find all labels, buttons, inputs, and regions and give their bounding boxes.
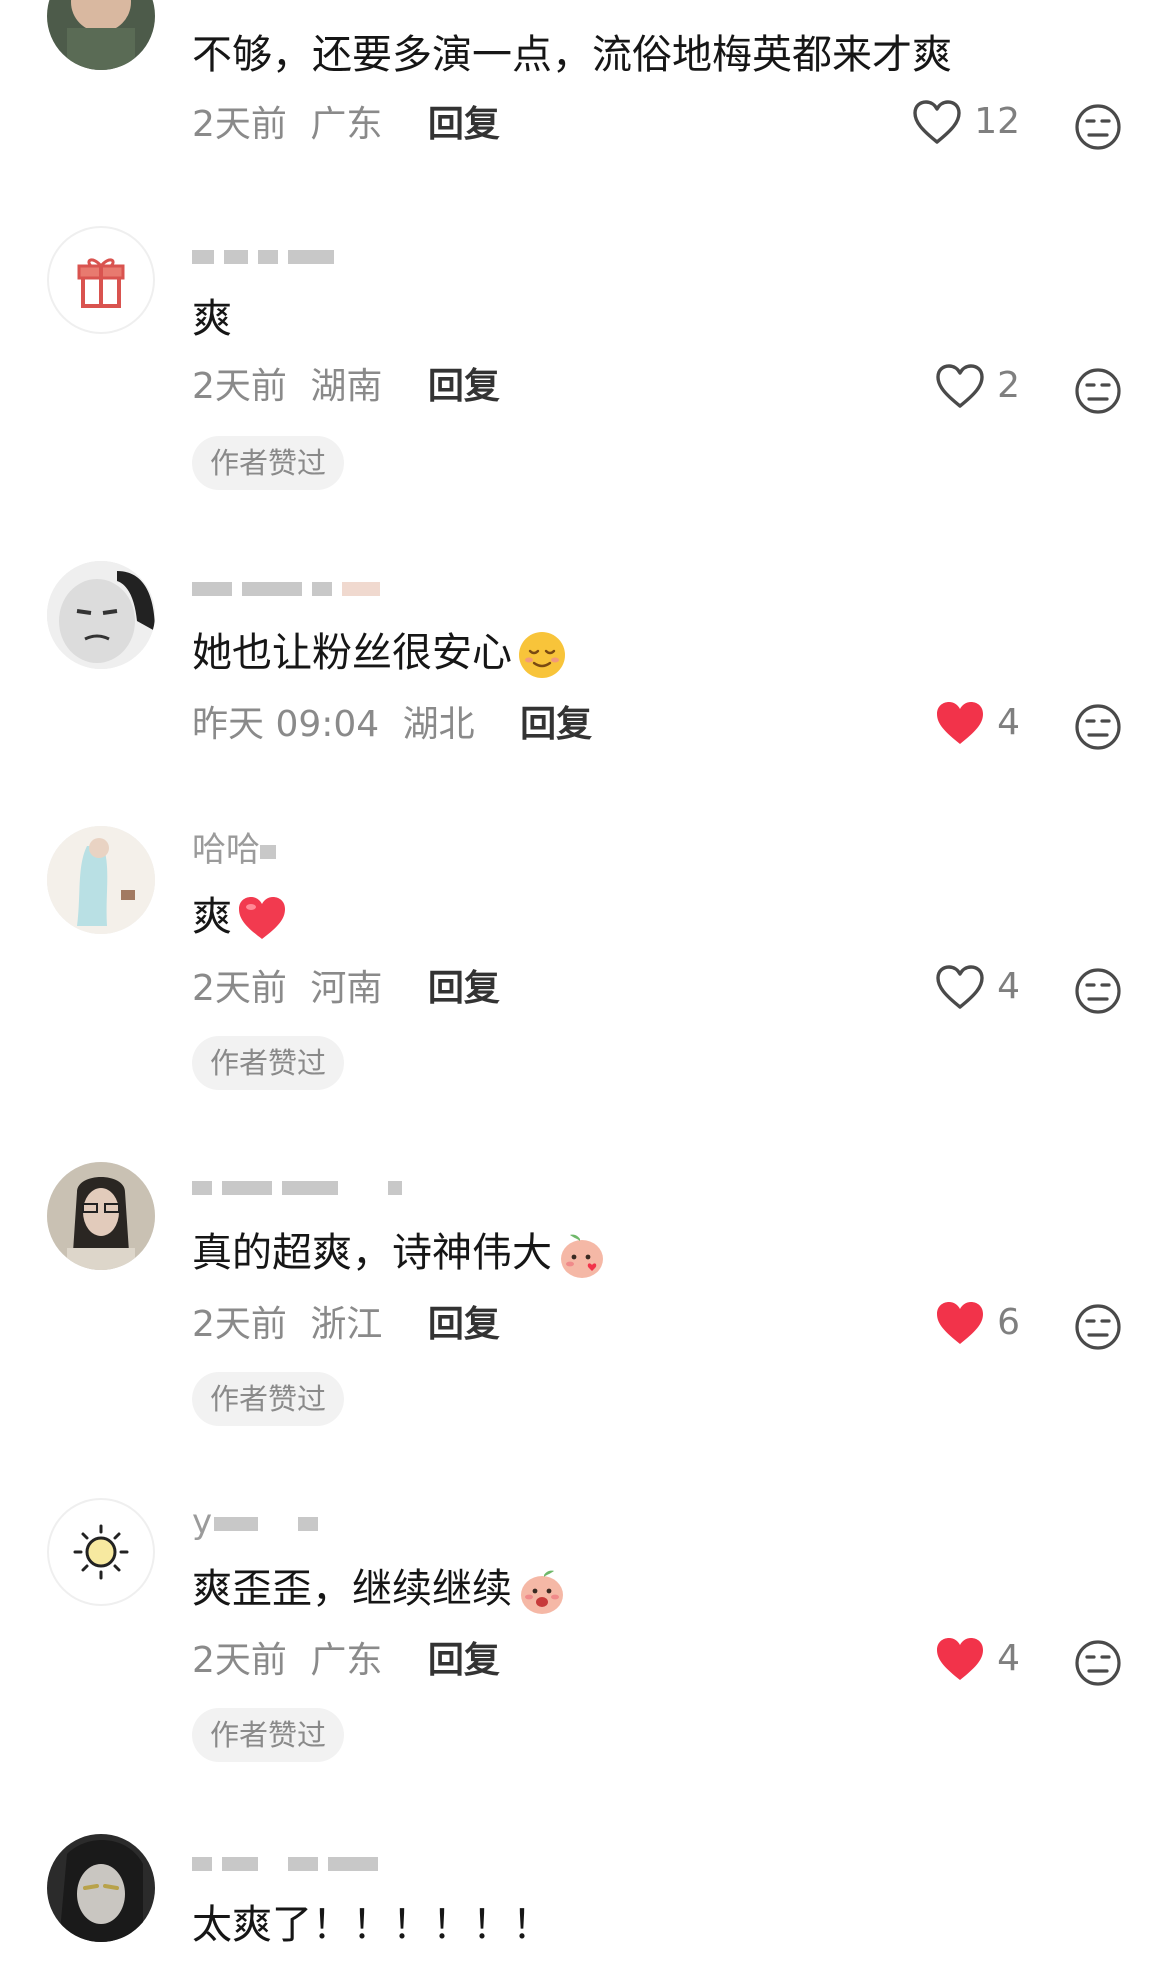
avatar[interactable] — [47, 561, 155, 669]
like-count: 12 — [974, 101, 1020, 142]
username[interactable] — [192, 1170, 412, 1202]
username[interactable]: y — [192, 1505, 328, 1539]
avatar[interactable] — [47, 1162, 155, 1270]
author-liked-badge: 作者赞过 — [192, 1372, 345, 1426]
reply-button[interactable]: 回复 — [428, 1640, 500, 1681]
author-liked-badge: 作者赞过 — [192, 436, 345, 490]
comment-meta: 2天前 河南 回复 — [192, 964, 500, 1014]
username[interactable] — [192, 571, 390, 603]
comment-text: 爽歪歪，继续继续 — [192, 1562, 568, 1617]
dislike-face-icon[interactable] — [1073, 1638, 1123, 1688]
comment-date: 昨天 09:04 — [192, 704, 380, 745]
heart-outline-icon — [936, 364, 984, 408]
like-count: 4 — [997, 966, 1020, 1007]
comment-date: 2天前 — [192, 968, 287, 1009]
comment-meta: 昨天 09:04 湖北 回复 — [192, 700, 592, 750]
shouting-peach-emoji — [521, 1570, 563, 1614]
reply-button[interactable]: 回复 — [428, 104, 500, 145]
comment-text: 爽 — [192, 296, 232, 342]
avatar[interactable] — [47, 226, 155, 334]
like-button[interactable]: 4 — [935, 1634, 1020, 1684]
red-heart-emoji — [239, 897, 285, 939]
avatar[interactable] — [47, 1834, 155, 1942]
comment-date: 2天前 — [192, 1304, 287, 1345]
author-liked-badge: 作者赞过 — [192, 1708, 345, 1762]
heart-outline-icon — [936, 965, 984, 1009]
like-button[interactable]: 6 — [935, 1298, 1020, 1348]
comment-meta: 2天前 湖南 回复 — [192, 362, 500, 412]
avatar[interactable] — [47, 1498, 155, 1606]
like-count: 4 — [997, 702, 1020, 743]
comment-region: 广东 — [310, 1640, 383, 1681]
gift-icon — [77, 258, 125, 308]
reply-button[interactable]: 回复 — [428, 1304, 500, 1345]
avatar[interactable] — [47, 0, 155, 70]
comment-text: 爽 — [192, 890, 288, 945]
comment-text: 她也让粉丝很安心 — [192, 626, 568, 681]
comment-text: 不够，还要多演一点，流俗地梅英都来才爽 — [192, 32, 952, 78]
avatar[interactable] — [47, 826, 155, 934]
like-button[interactable]: 4 — [935, 698, 1020, 748]
sun-icon — [73, 1524, 129, 1580]
like-count: 4 — [997, 1638, 1020, 1679]
username[interactable] — [192, 1846, 388, 1878]
dislike-face-icon[interactable] — [1073, 1302, 1123, 1352]
relieved-face-emoji — [519, 632, 565, 678]
like-button[interactable]: 4 — [935, 962, 1020, 1012]
like-button[interactable]: 2 — [935, 361, 1020, 411]
dislike-face-icon[interactable] — [1073, 702, 1123, 752]
dislike-face-icon[interactable] — [1073, 102, 1123, 152]
comment-text: 太爽了！！！！！！ — [192, 1902, 552, 1948]
heart-filled-icon — [937, 1302, 984, 1344]
username[interactable]: 哈哈 — [192, 833, 286, 867]
comment-meta: 2天前 广东 回复 — [192, 100, 500, 150]
like-button[interactable]: 12 — [912, 97, 1020, 147]
comment-text: 真的超爽，诗神伟大 — [192, 1226, 608, 1281]
reply-button[interactable]: 回复 — [428, 366, 500, 407]
dislike-face-icon[interactable] — [1073, 366, 1123, 416]
like-count: 6 — [997, 1302, 1020, 1343]
like-count: 2 — [997, 365, 1020, 406]
author-liked-badge: 作者赞过 — [192, 1036, 345, 1090]
comment-region: 湖北 — [402, 704, 475, 745]
heart-filled-icon — [937, 702, 984, 744]
comment-date: 2天前 — [192, 104, 287, 145]
reply-button[interactable]: 回复 — [520, 704, 592, 745]
comment-meta: 2天前 广东 回复 — [192, 1636, 500, 1686]
comment-meta: 2天前 浙江 回复 — [192, 1300, 500, 1350]
username[interactable] — [192, 239, 344, 271]
comment-date: 2天前 — [192, 1640, 287, 1681]
heart-outline-icon — [913, 100, 961, 144]
blushing-peach-emoji — [561, 1234, 603, 1278]
comment-date: 2天前 — [192, 366, 287, 407]
heart-filled-icon — [937, 1638, 984, 1680]
dislike-face-icon[interactable] — [1073, 966, 1123, 1016]
comment-region: 河南 — [310, 968, 383, 1009]
reply-button[interactable]: 回复 — [428, 968, 500, 1009]
comment-region: 湖南 — [310, 366, 383, 407]
comment-region: 浙江 — [310, 1304, 383, 1345]
comment-region: 广东 — [310, 104, 383, 145]
